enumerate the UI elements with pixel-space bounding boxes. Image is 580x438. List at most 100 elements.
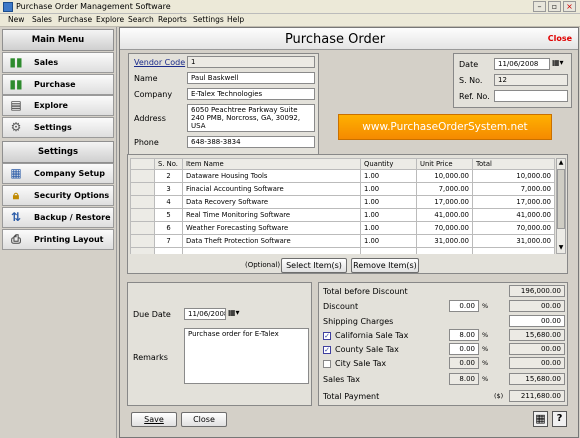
row-gutter[interactable] [130, 195, 155, 209]
company-field[interactable]: E-Talex Technologies [187, 88, 315, 100]
row-gutter[interactable] [130, 182, 155, 196]
cell-item-name[interactable]: Finacial Accounting Software [182, 182, 361, 196]
menu-help[interactable]: Help [227, 15, 244, 24]
sno-field[interactable]: 12 [494, 74, 568, 86]
empty-cell[interactable] [182, 247, 361, 254]
cell-total[interactable]: 70,000.00 [472, 221, 555, 235]
empty-cell[interactable] [360, 247, 417, 254]
cell-quantity[interactable]: 1.00 [360, 182, 417, 196]
empty-cell[interactable] [416, 247, 473, 254]
remove-items-button[interactable]: Remove Item(s) [351, 258, 419, 273]
cell-item-name[interactable]: Data Recovery Software [182, 195, 361, 209]
county-tax-checkbox[interactable]: ✓ [323, 346, 331, 354]
cell-quantity[interactable]: 1.00 [360, 195, 417, 209]
cell-unit-price[interactable]: 17,000.00 [416, 195, 473, 209]
cell-sno[interactable]: 6 [154, 221, 183, 235]
menu-explore[interactable]: Explore [96, 15, 124, 24]
empty-cell[interactable] [472, 247, 555, 254]
items-scrollbar[interactable]: ▲ ▼ [556, 158, 566, 254]
col-unit-price[interactable]: Unit Price [416, 158, 473, 170]
menu-sales[interactable]: Sales [32, 15, 52, 24]
cell-unit-price[interactable]: 7,000.00 [416, 182, 473, 196]
row-gutter[interactable] [130, 234, 155, 248]
calendar-dropdown-icon[interactable]: ▦▾ [552, 58, 564, 67]
cell-sno[interactable]: 4 [154, 195, 183, 209]
menu-new[interactable]: New [8, 15, 24, 24]
remarks-field[interactable]: Purchase order for E-Talex [184, 328, 309, 384]
cell-unit-price[interactable]: 10,000.00 [416, 169, 473, 183]
empty-cell[interactable] [130, 247, 155, 254]
cell-total[interactable]: 41,000.00 [472, 208, 555, 222]
empty-cell[interactable] [154, 247, 183, 254]
table-row[interactable]: 6 Weather Forecasting Software 1.00 70,000.… [130, 221, 555, 235]
col-item-name[interactable]: Item Name [182, 158, 361, 170]
cell-item-name[interactable]: Weather Forecasting Software [182, 221, 361, 235]
save-button[interactable]: Save [131, 412, 177, 427]
row-gutter[interactable] [130, 208, 155, 222]
cell-unit-price[interactable]: 70,000.00 [416, 221, 473, 235]
menu-purchase[interactable]: Purchase [58, 15, 92, 24]
close-button[interactable]: Close [181, 412, 227, 427]
close-link[interactable]: Close [548, 34, 572, 43]
name-field[interactable]: Paul Baskwell [187, 72, 315, 84]
col-total[interactable]: Total [472, 158, 555, 170]
scroll-up-icon[interactable]: ▲ [557, 159, 565, 168]
cell-quantity[interactable]: 1.00 [360, 234, 417, 248]
city-tax-percent-field[interactable]: 0.00 [449, 357, 479, 369]
date-field[interactable]: 11/06/2008 [494, 58, 550, 70]
cell-item-name[interactable]: Dataware Housing Tools [182, 169, 361, 183]
sidebar-item-sales[interactable]: ▮▮ Sales [2, 52, 114, 73]
cell-total[interactable]: 7,000.00 [472, 182, 555, 196]
minimize-button[interactable]: – [533, 1, 546, 12]
cell-sno[interactable]: 3 [154, 182, 183, 196]
scroll-thumb[interactable] [557, 169, 565, 229]
table-row[interactable]: 5 Real Time Monitoring Software 1.00 41,000… [130, 208, 555, 222]
cell-total[interactable]: 17,000.00 [472, 195, 555, 209]
close-window-button[interactable]: × [563, 1, 576, 12]
table-row-empty[interactable] [130, 247, 555, 254]
cell-unit-price[interactable]: 41,000.00 [416, 208, 473, 222]
menu-search[interactable]: Search [128, 15, 154, 24]
cell-item-name[interactable]: Real Time Monitoring Software [182, 208, 361, 222]
table-row[interactable]: 2 Dataware Housing Tools 1.00 10,000.00 10,0… [130, 169, 555, 183]
sidebar-item-printing-layout[interactable]: ⎙ Printing Layout [2, 229, 114, 250]
cell-sno[interactable]: 7 [154, 234, 183, 248]
sidebar-item-explore[interactable]: ▤ Explore [2, 95, 114, 116]
sidebar-item-purchase[interactable]: ▮▮ Purchase [2, 74, 114, 95]
cell-unit-price[interactable]: 31,000.00 [416, 234, 473, 248]
cell-quantity[interactable]: 1.00 [360, 169, 417, 183]
due-date-field[interactable]: 11/06/2008 [184, 308, 226, 320]
phone-field[interactable]: 648-388-3834 [187, 136, 315, 148]
sidebar-item-security-options[interactable]: 🔒︎ Security Options [2, 185, 114, 206]
table-row[interactable]: 7 Data Theft Protection Software 1.00 31,00… [130, 234, 555, 248]
sidebar-item-backup-restore[interactable]: ⇅ Backup / Restore [2, 207, 114, 228]
scroll-down-icon[interactable]: ▼ [557, 244, 565, 253]
cell-item-name[interactable]: Data Theft Protection Software [182, 234, 361, 248]
menu-reports[interactable]: Reports [158, 15, 187, 24]
maximize-button[interactable]: ▫ [548, 1, 561, 12]
vendor-code-link[interactable]: Vendor Code [134, 58, 185, 67]
calculator-icon[interactable]: ▦ [533, 411, 548, 427]
row-gutter[interactable] [130, 169, 155, 183]
table-row[interactable]: 4 Data Recovery Software 1.00 17,000.00 17,0… [130, 195, 555, 209]
col-quantity[interactable]: Quantity [360, 158, 417, 170]
ref-field[interactable] [494, 90, 568, 102]
cell-total[interactable]: 31,000.00 [472, 234, 555, 248]
california-tax-checkbox[interactable]: ✓ [323, 332, 331, 340]
cell-total[interactable]: 10,000.00 [472, 169, 555, 183]
due-calendar-dropdown-icon[interactable]: ▦▾ [228, 308, 240, 317]
county-tax-percent-field[interactable]: 0.00 [449, 343, 479, 355]
menu-settings[interactable]: Settings [193, 15, 224, 24]
select-items-button[interactable]: Select Item(s) [281, 258, 347, 273]
sidebar-item-company-setup[interactable]: ▦ Company Setup [2, 163, 114, 184]
row-gutter[interactable] [130, 221, 155, 235]
shipping-field[interactable]: 00.00 [509, 315, 565, 327]
cell-quantity[interactable]: 1.00 [360, 221, 417, 235]
col-sno[interactable]: S. No. [154, 158, 183, 170]
city-tax-checkbox[interactable] [323, 360, 331, 368]
sidebar-item-settings[interactable]: ⚙ Settings [2, 117, 114, 138]
cell-sno[interactable]: 5 [154, 208, 183, 222]
california-tax-percent-field[interactable]: 8.00 [449, 329, 479, 341]
cell-sno[interactable]: 2 [154, 169, 183, 183]
address-field[interactable]: 6050 Peachtree Parkway Suite 240 PMB, No… [187, 104, 315, 132]
